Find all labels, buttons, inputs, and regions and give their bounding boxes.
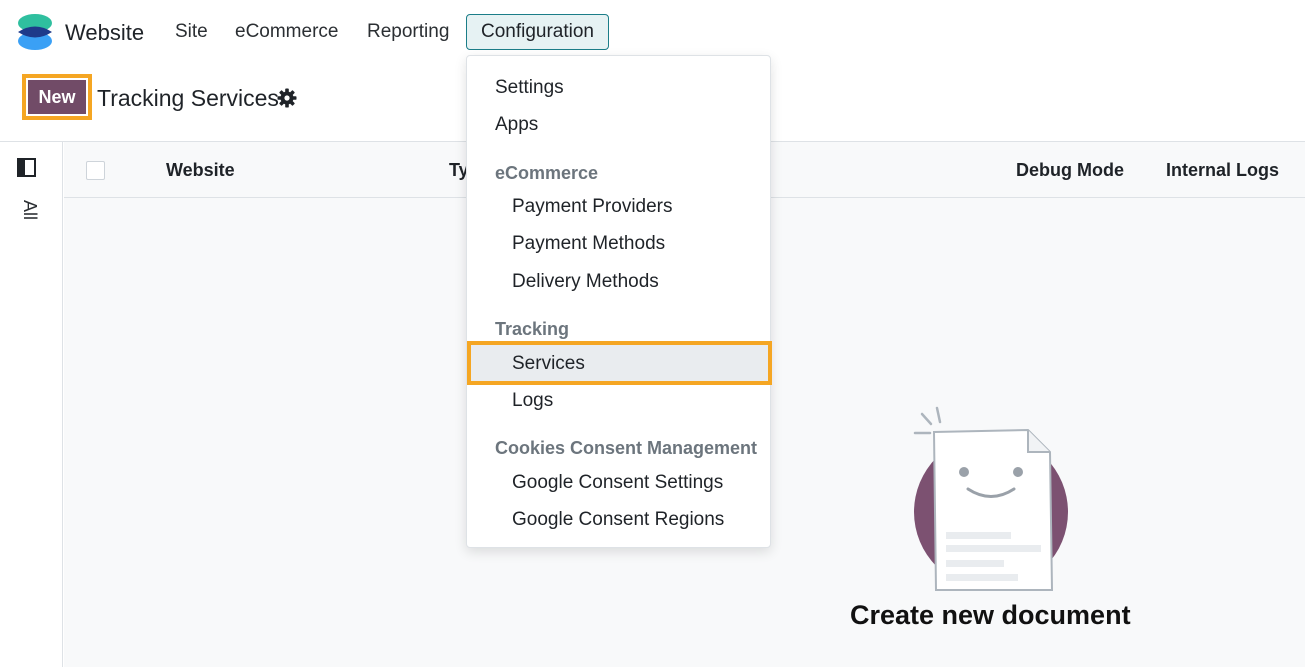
page-title: Tracking Services (97, 85, 279, 111)
configuration-dropdown: Settings Apps eCommerce Payment Provider… (466, 55, 772, 548)
column-header-internal-logs[interactable]: Internal Logs (1166, 160, 1279, 181)
select-all-checkbox[interactable] (86, 161, 105, 180)
nav-menu-ecommerce[interactable]: eCommerce (235, 21, 338, 43)
dropdown-section-cookies: Cookies Consent Management (495, 438, 758, 458)
dropdown-item-delivery-methods[interactable]: Delivery Methods (512, 271, 659, 293)
dropdown-item-google-consent-settings[interactable]: Google Consent Settings (512, 472, 723, 494)
app-title[interactable]: Website (65, 20, 144, 46)
dropdown-item-google-consent-regions[interactable]: Google Consent Regions (512, 509, 724, 531)
nav-menu-configuration[interactable]: Configuration (466, 14, 609, 50)
dropdown-item-payment-providers[interactable]: Payment Providers (512, 196, 673, 218)
website-app-icon[interactable] (16, 13, 54, 51)
dropdown-section-ecommerce: eCommerce (495, 163, 599, 183)
new-button[interactable]: New (28, 80, 86, 114)
filter-all[interactable]: All (19, 200, 40, 220)
sidebar-toggle-icon[interactable] (17, 158, 36, 177)
dropdown-item-settings[interactable]: Settings (495, 77, 564, 99)
dropdown-section-tracking: Tracking (495, 319, 570, 339)
search-panel-sidebar: All (0, 142, 63, 667)
column-header-website[interactable]: Website (166, 160, 235, 181)
gear-icon[interactable] (277, 88, 297, 108)
empty-state-title: Create new document (850, 600, 1131, 630)
nav-menu-reporting[interactable]: Reporting (367, 21, 449, 43)
nav-menu-site[interactable]: Site (175, 21, 208, 43)
dropdown-item-payment-methods[interactable]: Payment Methods (512, 233, 665, 255)
dropdown-item-logs[interactable]: Logs (512, 390, 553, 412)
column-header-debug-mode[interactable]: Debug Mode (1016, 160, 1124, 181)
empty-document-illustration (913, 406, 1068, 591)
dropdown-item-apps[interactable]: Apps (495, 114, 538, 136)
dropdown-item-services[interactable]: Services (512, 353, 585, 375)
